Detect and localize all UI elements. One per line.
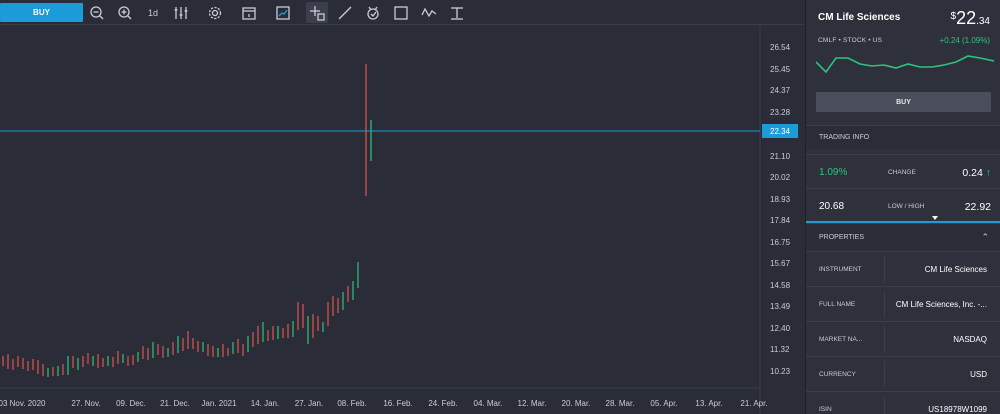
price-currency: $ bbox=[950, 11, 957, 22]
range-marker-icon bbox=[932, 216, 938, 220]
property-key: INSTRUMENT bbox=[819, 266, 862, 273]
indicators-icon[interactable] bbox=[170, 2, 192, 23]
property-value: CM Life Sciences bbox=[924, 265, 987, 274]
chevron-up-icon[interactable]: ⌃ bbox=[981, 232, 989, 243]
time-tick-label: 24. Feb. bbox=[428, 399, 457, 408]
calendar-icon[interactable] bbox=[238, 2, 260, 23]
price-chart[interactable]: 26.54 25.45 24.37 23.28 21.10 20.02 18.93 17.84… bbox=[0, 26, 803, 414]
property-separator bbox=[884, 361, 885, 388]
price-tick-label: 20.02 bbox=[770, 173, 791, 182]
trading-app: BUY 1d 26.54 25.45 24.37 23.28 21.10 20.… bbox=[0, 0, 1000, 414]
property-row: CURRENCY USD bbox=[806, 356, 1000, 391]
price-integer: 22 bbox=[956, 8, 977, 28]
property-separator bbox=[884, 291, 885, 318]
time-tick-label: 03 Nov. 2020 bbox=[0, 399, 46, 408]
current-price-label: 22.34 bbox=[770, 127, 791, 136]
price-tick-label: 25.45 bbox=[770, 65, 791, 74]
price-tick-label: 12.40 bbox=[770, 324, 791, 333]
property-value: NASDAQ bbox=[953, 335, 987, 344]
property-row: MARKET NA... NASDAQ bbox=[806, 321, 1000, 356]
instrument-change: +0.24 (1.09%) bbox=[939, 36, 990, 45]
magnet-icon[interactable] bbox=[362, 2, 384, 23]
price-tick-label: 11.32 bbox=[770, 345, 790, 354]
change-absolute: 0.24 ↑ bbox=[962, 167, 991, 179]
price-tick-label: 13.49 bbox=[770, 302, 791, 311]
zoom-in-icon[interactable] bbox=[114, 2, 136, 23]
sparkline-chart bbox=[816, 55, 994, 74]
price-tick-label: 24.37 bbox=[770, 86, 791, 95]
chart-toolbar: BUY 1d bbox=[0, 0, 803, 25]
change-percent: 1.09% bbox=[819, 167, 848, 178]
property-row: ISIN US18978W1099 bbox=[806, 391, 1000, 414]
instrument-title: CM Life Sciences bbox=[818, 12, 901, 23]
time-tick-label: 08. Feb. bbox=[337, 399, 366, 408]
property-separator bbox=[884, 256, 885, 283]
time-tick-label: 21. Dec. bbox=[160, 399, 190, 408]
low-value: 20.68 bbox=[819, 201, 845, 212]
time-tick-label: 12. Mar. bbox=[518, 399, 547, 408]
instrument-price: $22.34 bbox=[951, 8, 991, 29]
price-tick-label: 15.67 bbox=[770, 259, 791, 268]
price-tick-label: 17.84 bbox=[770, 216, 791, 225]
property-value: CM Life Sciences, Inc. -... bbox=[895, 300, 987, 309]
property-value: USD bbox=[970, 370, 987, 379]
low-high-row: 20.68 LOW / HIGH 22.92 bbox=[806, 188, 1000, 222]
property-separator bbox=[884, 326, 885, 353]
text-tool-icon[interactable] bbox=[446, 2, 468, 23]
time-tick-label: 28. Mar. bbox=[606, 399, 635, 408]
interval-button[interactable]: 1d bbox=[142, 2, 164, 23]
settings-icon[interactable] bbox=[204, 2, 226, 23]
line-tool-icon[interactable] bbox=[334, 2, 356, 23]
wave-icon[interactable] bbox=[418, 2, 440, 23]
time-tick-label: Jan. 2021 bbox=[201, 399, 237, 408]
price-tick-label: 23.28 bbox=[770, 108, 791, 117]
instrument-meta: CMLF • STOCK • US bbox=[818, 37, 883, 44]
high-value: 22.92 bbox=[964, 201, 991, 213]
price-decimal: .34 bbox=[976, 16, 990, 27]
time-tick-label: 21. Apr. bbox=[740, 399, 767, 408]
time-tick-label: 16. Feb. bbox=[383, 399, 412, 408]
property-row: INSTRUMENT CM Life Sciences bbox=[806, 251, 1000, 286]
property-key: CURRENCY bbox=[819, 371, 856, 378]
change-label: CHANGE bbox=[888, 169, 916, 176]
time-tick-label: 20. Mar. bbox=[562, 399, 591, 408]
property-key: MARKET NA... bbox=[819, 336, 863, 343]
time-tick-label: 27. Nov. bbox=[71, 399, 100, 408]
property-separator bbox=[884, 396, 885, 414]
time-tick-label: 04. Mar. bbox=[474, 399, 503, 408]
price-tick-label: 16.75 bbox=[770, 238, 791, 247]
arrow-up-icon: ↑ bbox=[985, 167, 991, 179]
buy-button[interactable]: BUY bbox=[0, 3, 83, 22]
chart-type-icon[interactable] bbox=[272, 2, 294, 23]
change-row: 1.09% CHANGE 0.24 ↑ bbox=[806, 154, 1000, 188]
price-tick-label: 26.54 bbox=[770, 43, 791, 52]
zoom-out-icon[interactable] bbox=[86, 2, 108, 23]
instrument-panel: CM Life Sciences $22.34 CMLF • STOCK • U… bbox=[805, 0, 1000, 414]
properties-header[interactable]: PROPERTIES ⌃ bbox=[806, 223, 1000, 251]
time-tick-label: 05. Apr. bbox=[650, 399, 677, 408]
crosshair-icon[interactable] bbox=[306, 2, 328, 23]
price-tick-label: 14.58 bbox=[770, 281, 791, 290]
property-value: US18978W1099 bbox=[928, 405, 987, 414]
property-key: FULL NAME bbox=[819, 301, 856, 308]
time-tick-label: 14. Jan. bbox=[251, 399, 279, 408]
property-key: ISIN bbox=[819, 406, 832, 413]
chart-canvas[interactable]: 26.54 25.45 24.37 23.28 21.10 20.02 18.93 17.84… bbox=[0, 26, 803, 414]
rectangle-icon[interactable] bbox=[390, 2, 412, 23]
time-tick-label: 09. Dec. bbox=[116, 399, 146, 408]
property-row: FULL NAME CM Life Sciences, Inc. -... bbox=[806, 286, 1000, 321]
low-high-label: LOW / HIGH bbox=[888, 203, 925, 210]
panel-buy-button[interactable]: BUY bbox=[816, 92, 991, 112]
price-tick-label: 18.93 bbox=[770, 195, 791, 204]
trading-info-header: TRADING INFO bbox=[806, 125, 1000, 149]
time-tick-label: 27. Jan. bbox=[295, 399, 323, 408]
price-tick-label: 21.10 bbox=[770, 152, 791, 161]
price-tick-label: 10.23 bbox=[770, 367, 791, 376]
time-tick-label: 13. Apr. bbox=[695, 399, 722, 408]
